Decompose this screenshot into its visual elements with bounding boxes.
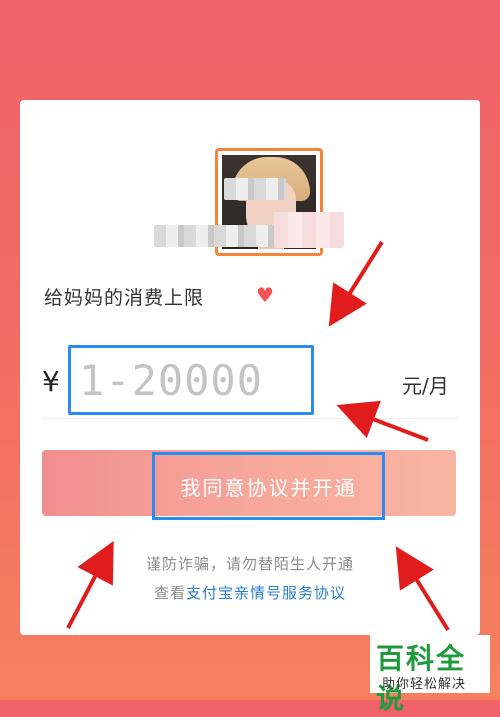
watermark-subtitle: 助你轻松解决	[382, 677, 467, 692]
watermark-logo: 百科全说 助你轻松解决	[370, 635, 490, 715]
arrow-to-amount	[336, 400, 429, 442]
arrow-to-limit	[328, 240, 384, 327]
annotation-arrows	[66, 240, 450, 632]
arrow-to-button-right	[395, 546, 450, 632]
arrow-to-button-left	[66, 540, 114, 629]
